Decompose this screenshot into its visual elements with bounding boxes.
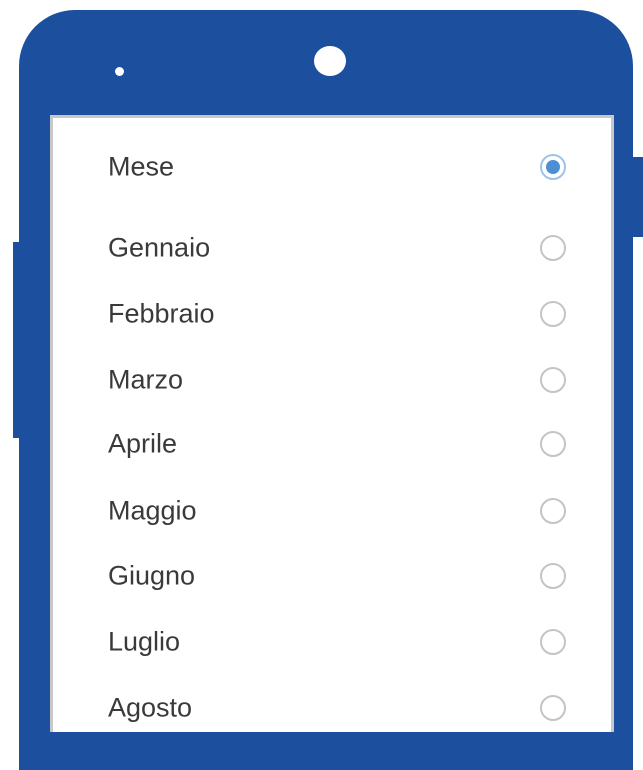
- radio-option-label: Gennaio: [108, 232, 211, 263]
- radio-option-gennaio[interactable]: Gennaio: [53, 218, 611, 278]
- radio-option-febbraio[interactable]: Febbraio: [53, 284, 611, 344]
- radio-unselected-icon[interactable]: [540, 301, 566, 327]
- radio-option-aprile[interactable]: Aprile: [53, 414, 611, 474]
- radio-option-label: Giugno: [108, 560, 196, 591]
- radio-option-label: Aprile: [108, 428, 178, 459]
- radio-option-agosto[interactable]: Agosto: [53, 678, 611, 732]
- sensor-icon: [115, 67, 124, 76]
- radio-unselected-icon[interactable]: [540, 629, 566, 655]
- radio-unselected-icon[interactable]: [540, 695, 566, 721]
- radio-option-label: Mese: [108, 151, 175, 182]
- radio-unselected-icon[interactable]: [540, 563, 566, 589]
- radio-unselected-icon[interactable]: [540, 235, 566, 261]
- radio-option-marzo[interactable]: Marzo: [53, 350, 611, 410]
- radio-unselected-icon[interactable]: [540, 431, 566, 457]
- radio-option-maggio[interactable]: Maggio: [53, 481, 611, 541]
- radio-option-label: Marzo: [108, 364, 184, 395]
- radio-option-label: Luglio: [108, 626, 181, 657]
- radio-option-giugno[interactable]: Giugno: [53, 546, 611, 606]
- radio-unselected-icon[interactable]: [540, 367, 566, 393]
- radio-option-label: Agosto: [108, 692, 193, 723]
- radio-option-label: Febbraio: [108, 298, 215, 329]
- radio-unselected-icon[interactable]: [540, 498, 566, 524]
- camera-icon: [314, 46, 346, 76]
- radio-option-label: Maggio: [108, 495, 197, 526]
- phone-screen: Mese Gennaio Febbraio Marzo Aprile Maggi…: [50, 115, 614, 732]
- radio-option-luglio[interactable]: Luglio: [53, 612, 611, 672]
- radio-option-mese[interactable]: Mese: [53, 137, 611, 197]
- radio-selected-icon[interactable]: [540, 154, 566, 180]
